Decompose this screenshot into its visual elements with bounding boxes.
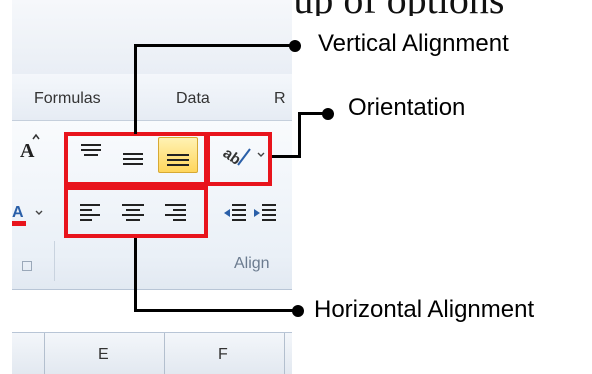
svg-text:A: A (12, 204, 24, 221)
orientation-label: Orientation (348, 94, 466, 121)
font-color-icon: A (12, 204, 43, 226)
column-divider (164, 333, 165, 374)
column-divider (284, 333, 285, 374)
orientation-callout-dot (322, 108, 334, 120)
column-header-e[interactable]: E (98, 346, 109, 364)
font-size-increase-button[interactable]: A (16, 131, 42, 162)
orientation-highlight (206, 132, 272, 186)
vertical-callout-line (134, 44, 137, 134)
decrease-indent-icon (224, 204, 246, 221)
svg-text:A: A (20, 140, 35, 161)
tab-data[interactable]: Data (176, 90, 210, 108)
group-separator (54, 241, 55, 281)
orientation-callout-line (298, 112, 301, 158)
column-header-row: E F (12, 332, 292, 374)
column-divider (44, 333, 45, 374)
vertical-alignment-label: Vertical Alignment (318, 30, 509, 57)
font-color-button[interactable]: A (12, 197, 46, 229)
horizontal-alignment-highlight (64, 186, 208, 238)
tab-review[interactable]: R (274, 90, 286, 108)
orientation-callout-line (272, 155, 300, 158)
vertical-callout-dot (289, 40, 301, 52)
horizontal-callout-dot (292, 305, 304, 317)
increase-indent-button[interactable] (252, 199, 278, 227)
font-size-increase-icon: A (20, 133, 40, 162)
ribbon-tab-bar: Formulas Data R (12, 74, 292, 121)
column-header-f[interactable]: F (218, 346, 228, 364)
vertical-callout-line (134, 44, 294, 47)
horizontal-callout-line (134, 309, 296, 312)
tab-formulas[interactable]: Formulas (34, 90, 101, 108)
increase-indent-icon (254, 204, 276, 221)
horizontal-callout-line (134, 238, 137, 312)
ribbon-top-area (12, 0, 292, 74)
horizontal-alignment-label: Horizontal Alignment (314, 296, 535, 323)
vertical-alignment-highlight (64, 132, 208, 186)
alignment-group-label: Align (234, 255, 270, 272)
decrease-indent-button[interactable] (222, 199, 248, 227)
group-dialog-launcher-icon[interactable] (22, 261, 32, 271)
